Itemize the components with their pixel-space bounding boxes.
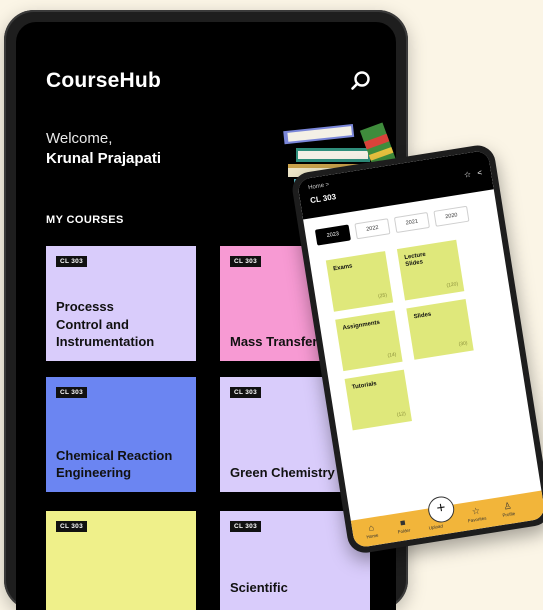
app-title: CourseHub bbox=[46, 69, 161, 92]
tile-count: (12) bbox=[396, 410, 407, 419]
course-code-badge: CL 303 bbox=[230, 387, 261, 398]
tab-2021[interactable]: 2021 bbox=[393, 211, 430, 234]
course-card[interactable]: CL 303 Processs Control and Instrumentat… bbox=[46, 246, 196, 361]
nav-profile[interactable]: ♙ Profile bbox=[492, 498, 524, 519]
nav-upload[interactable]: Upload bbox=[421, 522, 451, 532]
course-name: Scientific bbox=[230, 580, 288, 595]
tile-count: (14) bbox=[387, 351, 397, 359]
tile-label: Exams bbox=[332, 263, 353, 273]
my-courses-heading: MY COURSES bbox=[46, 214, 124, 226]
tile-label: Slides bbox=[413, 311, 432, 321]
tile-label: Assignments bbox=[342, 319, 381, 332]
course-code-badge: CL 303 bbox=[56, 387, 87, 398]
search-icon[interactable] bbox=[350, 70, 372, 92]
nav-favorites[interactable]: ☆ Favorites bbox=[460, 503, 492, 524]
tab-2023[interactable]: 2023 bbox=[314, 224, 351, 246]
nav-label: Home bbox=[366, 532, 379, 540]
course-title: CL 303 bbox=[309, 192, 337, 206]
nav-label: Upload bbox=[428, 523, 444, 531]
user-name: Krunal Prajapati bbox=[46, 150, 162, 167]
folder-tile-assignments[interactable]: Assignments (14) bbox=[335, 310, 403, 372]
course-code-badge: CL 303 bbox=[56, 256, 87, 267]
course-card[interactable]: CL 303 Chemical Reaction Engineering bbox=[46, 377, 196, 492]
tab-2020[interactable]: 2020 bbox=[433, 205, 470, 227]
course-name: Processs Control and Instrumentation bbox=[56, 299, 155, 350]
nav-folder[interactable]: ■ Folder bbox=[387, 514, 419, 535]
course-code-badge: CL 303 bbox=[56, 521, 87, 532]
welcome-text: Welcome, bbox=[46, 130, 113, 147]
nav-label: Profile bbox=[502, 510, 516, 518]
tab-2022[interactable]: 2022 bbox=[354, 218, 391, 240]
folder-tile-tutorials[interactable]: Tutorials (12) bbox=[344, 369, 412, 431]
bottom-nav: ⌂ Home ■ Folder + Upload ☆ Favorites ♙ P… bbox=[350, 490, 543, 549]
folder-tile-lecture-slides[interactable]: Lecture Slides (120) bbox=[396, 239, 465, 301]
course-card[interactable]: CL 303 bbox=[46, 511, 196, 610]
course-code-badge: CL 303 bbox=[230, 521, 261, 532]
share-icon[interactable]: < bbox=[477, 168, 483, 178]
folder-tile-slides[interactable]: Slides (30) bbox=[406, 299, 474, 360]
breadcrumb[interactable]: Home > bbox=[308, 182, 330, 191]
tile-count: (120) bbox=[446, 281, 459, 289]
tile-count: (30) bbox=[458, 340, 468, 348]
star-icon[interactable]: ☆ bbox=[463, 170, 471, 180]
tile-count: (25) bbox=[377, 292, 388, 300]
course-name: Chemical Reaction Engineering bbox=[56, 447, 173, 481]
nav-home[interactable]: ⌂ Home bbox=[355, 519, 387, 540]
course-code-badge: CL 303 bbox=[230, 256, 261, 267]
nav-label: Folder bbox=[397, 527, 411, 535]
tile-label: Lecture Slides bbox=[403, 251, 427, 269]
plus-icon[interactable]: + bbox=[426, 494, 457, 525]
folder-tile-exams[interactable]: Exams (25) bbox=[325, 251, 394, 312]
tile-label: Tutorials bbox=[351, 381, 378, 391]
